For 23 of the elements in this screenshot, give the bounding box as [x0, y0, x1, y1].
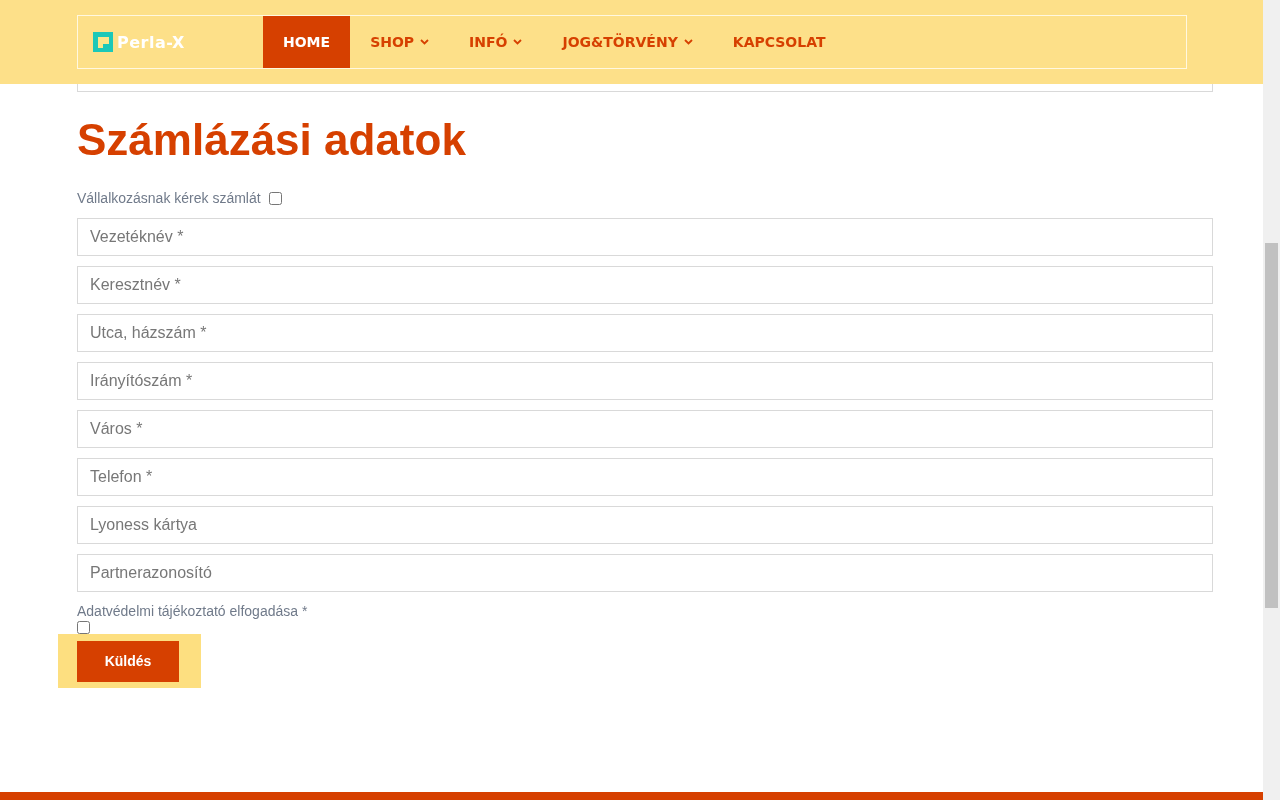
privacy-label: Adatvédelmi tájékoztató elfogadása *	[77, 603, 309, 621]
submit-button[interactable]: Küldés	[77, 640, 179, 682]
scrollbar-thumb[interactable]	[1265, 243, 1278, 608]
input-field[interactable]: Irányítószám *	[77, 362, 1213, 400]
nav-link[interactable]: JOG&TÖRVÉNY	[542, 16, 713, 68]
input-field[interactable]: Partnerazonosító	[77, 554, 1213, 592]
privacy-checkbox[interactable]	[77, 621, 90, 634]
scrollbar[interactable]	[1263, 0, 1280, 800]
input-field[interactable]: Város *	[77, 410, 1213, 448]
company-invoice-checkbox[interactable]	[268, 191, 282, 205]
input-field[interactable]: Utca, házszám *	[77, 314, 1213, 352]
logo-icon	[93, 32, 113, 52]
input-field[interactable]: Lyoness kártya	[77, 506, 1213, 544]
logo-text: Perla-X	[117, 32, 185, 52]
nav-link[interactable]: SHOP	[350, 16, 450, 68]
input-field[interactable]: Keresztnév *	[77, 266, 1213, 304]
input-field[interactable]: Telefon *	[77, 458, 1213, 496]
checkbox-label: Vállalkozásnak kérek számlát	[77, 190, 261, 206]
input-field[interactable]: Vezetéknév *	[77, 218, 1213, 256]
nav-link[interactable]: INFÓ	[449, 16, 543, 68]
nav-link[interactable]: KAPCSOLAT	[712, 16, 846, 68]
nav-link[interactable]: HOME	[263, 16, 351, 68]
section-heading: Számlázási adatok	[77, 114, 467, 166]
